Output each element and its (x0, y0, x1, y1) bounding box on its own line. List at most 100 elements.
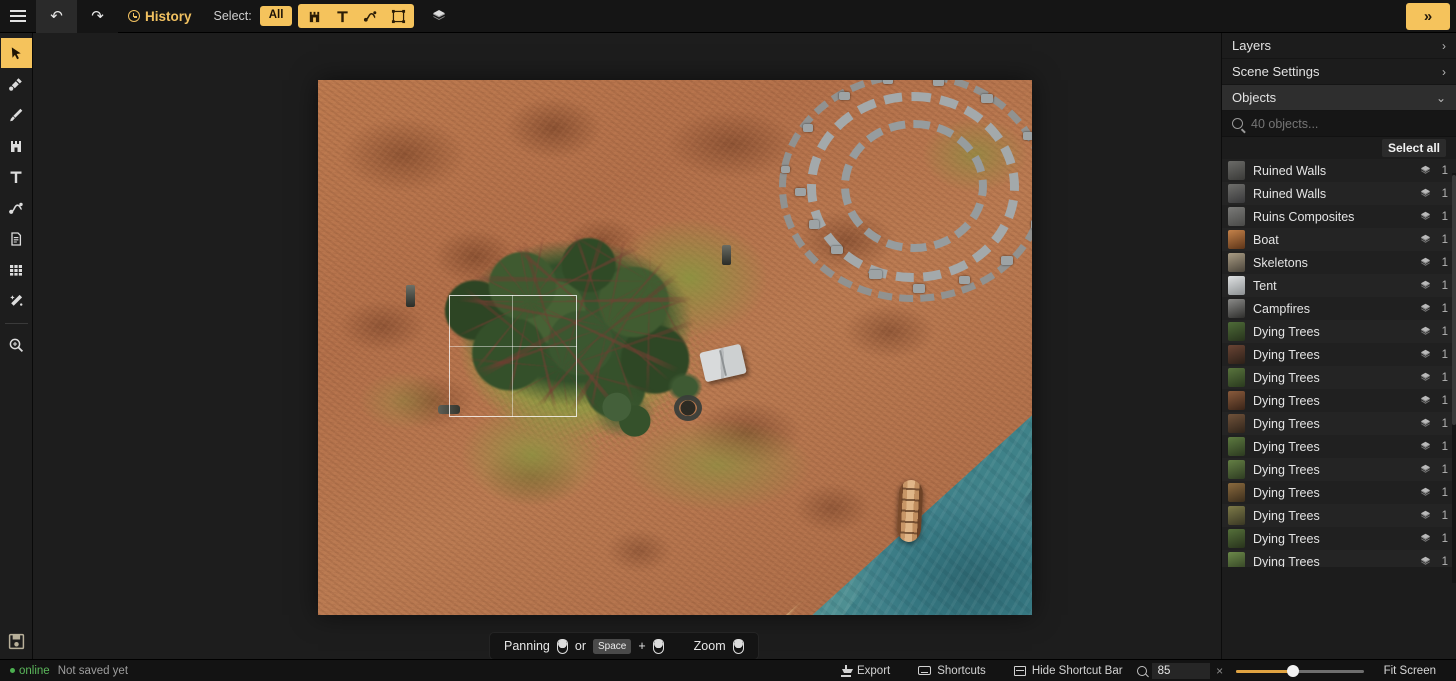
object-list-item[interactable]: Dying Trees 1 (1222, 412, 1456, 435)
object-list-item[interactable]: Dying Trees 1 (1222, 504, 1456, 527)
layers-stack-icon[interactable] (1415, 417, 1435, 430)
grid-tool[interactable] (1, 255, 32, 285)
panel-section-scene-settings[interactable]: Scene Settings › (1222, 59, 1456, 85)
object-name: Dying Trees (1253, 439, 1320, 454)
object-thumbnail-icon (1228, 437, 1245, 456)
export-button[interactable]: Export (827, 660, 904, 681)
map-skeleton-prop[interactable] (406, 285, 415, 307)
layers-stack-icon[interactable] (1415, 394, 1435, 407)
scrollbar-thumb[interactable] (1452, 175, 1456, 425)
hamburger-menu-icon[interactable] (0, 0, 36, 33)
layers-stack-icon[interactable] (426, 4, 452, 28)
layers-stack-icon[interactable] (1415, 532, 1435, 545)
path-tool[interactable] (1, 193, 32, 223)
layers-stack-icon[interactable] (1415, 325, 1435, 338)
battle-map[interactable] (318, 80, 1032, 615)
object-list-item[interactable]: Ruined Walls 1 (1222, 182, 1456, 205)
layers-stack-icon[interactable] (1415, 187, 1435, 200)
object-list-item[interactable]: Boat 1 (1222, 228, 1456, 251)
objects-scrollbar[interactable] (1452, 173, 1456, 583)
hide-shortcut-bar-button[interactable]: Hide Shortcut Bar (1000, 660, 1137, 681)
slider-knob[interactable] (1286, 664, 1299, 677)
map-boat[interactable] (896, 479, 924, 543)
object-list-item[interactable]: Dying Trees 1 (1222, 435, 1456, 458)
panel-section-objects[interactable]: Objects ⌄ (1222, 85, 1456, 111)
text-tool[interactable] (1, 162, 32, 192)
layers-stack-icon[interactable] (1415, 164, 1435, 177)
undo-button[interactable]: ↶ (36, 0, 77, 33)
path-node-icon[interactable] (356, 4, 384, 28)
object-list-item[interactable]: Dying Trees 1 (1222, 458, 1456, 481)
redo-button[interactable]: ↷ (77, 0, 118, 33)
layers-stack-icon[interactable] (1415, 256, 1435, 269)
map-ruined-walls[interactable] (773, 80, 1032, 320)
brush-tool[interactable] (1, 100, 32, 130)
layers-stack-icon[interactable] (1415, 463, 1435, 476)
map-dying-tree[interactable] (588, 385, 660, 443)
zoom-slider[interactable] (1235, 664, 1364, 678)
text-T-icon[interactable] (328, 4, 356, 28)
object-list-item[interactable]: Tent 1 (1222, 274, 1456, 297)
selection-rectangle[interactable] (449, 295, 577, 417)
object-list-item[interactable]: Dying Trees 1 (1222, 343, 1456, 366)
object-list-item[interactable]: Dying Trees 1 (1222, 481, 1456, 504)
layers-stack-icon[interactable] (1415, 279, 1435, 292)
object-thumbnail-icon (1228, 345, 1245, 364)
layers-stack-icon[interactable] (1415, 440, 1435, 453)
object-list-item[interactable]: Dying Trees 1 (1222, 550, 1456, 567)
object-thumbnail-icon (1228, 253, 1245, 272)
history-button[interactable]: History (118, 0, 204, 33)
frame-rect-icon[interactable] (384, 4, 412, 28)
map-campfire[interactable] (674, 395, 702, 421)
object-list-item[interactable]: Skeletons 1 (1222, 251, 1456, 274)
zoom-tool[interactable] (1, 330, 32, 360)
object-list-item[interactable]: Ruined Walls 1 (1222, 159, 1456, 182)
objects-search-row[interactable] (1222, 111, 1456, 137)
floppy-save-icon[interactable] (6, 631, 26, 651)
plus-label: + (638, 639, 646, 653)
object-name: Dying Trees (1253, 462, 1320, 477)
shortcuts-button[interactable]: Shortcuts (904, 660, 1000, 681)
object-list-item[interactable]: Dying Trees 1 (1222, 366, 1456, 389)
object-thumbnail-icon (1228, 161, 1245, 180)
zoom-clear-button[interactable]: × (1210, 664, 1230, 678)
asset-tower-icon[interactable] (300, 4, 328, 28)
rubble-stone (981, 94, 993, 103)
rubble-stone (795, 188, 806, 196)
object-list-item[interactable]: Dying Trees 1 (1222, 527, 1456, 550)
zoom-label: Zoom (693, 639, 726, 653)
object-list-item[interactable]: Ruins Composites 1 (1222, 205, 1456, 228)
canvas-viewport[interactable]: Panning or Space + Zoom (33, 33, 1221, 661)
object-list-item[interactable]: Dying Trees 1 (1222, 389, 1456, 412)
effects-tool[interactable] (1, 286, 32, 316)
asset-tool[interactable] (1, 131, 32, 161)
objects-list[interactable]: Ruined Walls 1 Ruined Walls 1 Ruins Composit… (1222, 159, 1456, 567)
select-all-button[interactable]: Select all (1381, 139, 1446, 157)
object-list-item[interactable]: Dying Trees 1 (1222, 320, 1456, 343)
object-thumbnail-icon (1228, 184, 1245, 203)
fit-screen-button[interactable]: Fit Screen (1370, 665, 1448, 677)
layers-stack-icon[interactable] (1415, 233, 1435, 246)
note-tool[interactable] (1, 224, 32, 254)
select-all-filter-button[interactable]: All (259, 6, 293, 26)
layers-stack-icon[interactable] (1415, 486, 1435, 499)
object-list-item[interactable]: Campfires 1 (1222, 297, 1456, 320)
object-thumbnail-icon (1228, 391, 1245, 410)
rubble-stone (883, 80, 893, 84)
shovel-tool[interactable] (1, 69, 32, 99)
layers-stack-icon[interactable] (1415, 509, 1435, 522)
select-cursor-tool[interactable] (0, 38, 32, 68)
layers-stack-icon[interactable] (1415, 348, 1435, 361)
panel-section-layers[interactable]: Layers › (1222, 33, 1456, 59)
layers-stack-icon[interactable] (1415, 302, 1435, 315)
map-skeleton-prop[interactable] (722, 245, 731, 265)
expand-panel-button[interactable]: » (1406, 3, 1450, 30)
panning-label: Panning (504, 639, 550, 653)
zoom-value-input[interactable] (1151, 662, 1210, 679)
layers-stack-icon[interactable] (1415, 555, 1435, 567)
layers-stack-icon[interactable] (1415, 210, 1435, 223)
object-name: Boat (1253, 232, 1279, 247)
search-input[interactable] (1251, 116, 1446, 131)
object-name: Ruins Composites (1253, 209, 1355, 224)
layers-stack-icon[interactable] (1415, 371, 1435, 384)
